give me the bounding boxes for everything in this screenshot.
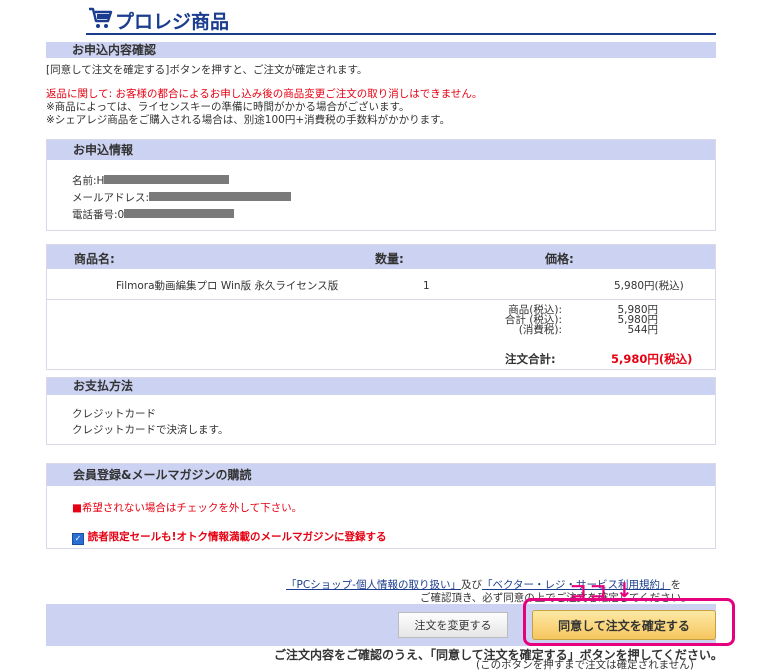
payment-section-header: お支払方法: [47, 378, 715, 395]
redacted-name: [104, 175, 230, 184]
email-row: メールアドレス:: [72, 192, 292, 205]
newsletter-checkbox[interactable]: ✓: [72, 533, 84, 545]
grand-total-label: 注文合計:: [505, 352, 556, 366]
highlight-box: [523, 598, 735, 646]
row-divider: [47, 299, 715, 300]
col-price: 価格:: [545, 252, 574, 266]
item-price: 5,980円(税込): [614, 280, 684, 292]
change-order-button[interactable]: 注文を変更する: [398, 612, 508, 638]
confirm-section-header: お申込内容確認: [46, 42, 716, 58]
privacy-link[interactable]: 「PCショップ-個人情報の取り扱い」: [286, 579, 461, 591]
header-underline: [86, 33, 716, 35]
membership-section-header: 会員登録&メールマガジンの購読: [47, 464, 715, 486]
koko-annotation: ココ: [569, 582, 609, 603]
applicant-section-header: お申込情報: [47, 140, 715, 160]
phone-row: 電話番号:0: [72, 209, 235, 222]
newsletter-option[interactable]: ✓ 読者限定セールも!オトク情報満載のメールマガジンに登録する: [72, 531, 386, 545]
sum-labels: 商品(税込): 合計 (税込): (消費税):: [504, 304, 562, 336]
membership-notice: ■希望されない場合はチェックを外して下さい。: [72, 502, 303, 514]
shopping-cart-icon: [89, 7, 113, 28]
payment-desc: クレジットカードで決済します。: [72, 424, 229, 436]
redacted-phone: [124, 209, 235, 218]
name-row: 名前:Η: [72, 175, 230, 188]
arrow-down-icon: ↓: [616, 578, 633, 602]
newsletter-label[interactable]: 読者限定セールも!オトク情報満載のメールマガジンに登録する: [88, 531, 387, 543]
return-warning: 返品に関して: お客様の都合によるお申し込み後の商品変更ご注文の取り消しはできま…: [46, 88, 483, 100]
license-note: ※商品によっては、ライセンスキーの準備に時間がかかる場合がございます。: [46, 101, 410, 113]
sum-values: 5,980円 5,980円 544円: [617, 304, 658, 336]
confirm-instruction: [同意して注文を確定する]ボタンを押すと、ご注文が確定されます。: [46, 64, 368, 76]
fee-note: ※シェアレジ商品をご購入される場合は、別途100円+消費税の手数料がかかります。: [46, 114, 451, 126]
item-qty: 1: [423, 280, 430, 292]
col-product: 商品名:: [74, 252, 115, 266]
item-name: Filmora動画編集プロ Win版 永久ライセンス版: [116, 280, 339, 292]
redacted-email: [149, 192, 292, 201]
page-title: プロレジ商品: [115, 11, 230, 33]
col-qty: 数量:: [375, 252, 404, 266]
grand-total-value: 5,980円(税込): [611, 352, 693, 366]
payment-method: クレジットカード: [72, 408, 156, 420]
